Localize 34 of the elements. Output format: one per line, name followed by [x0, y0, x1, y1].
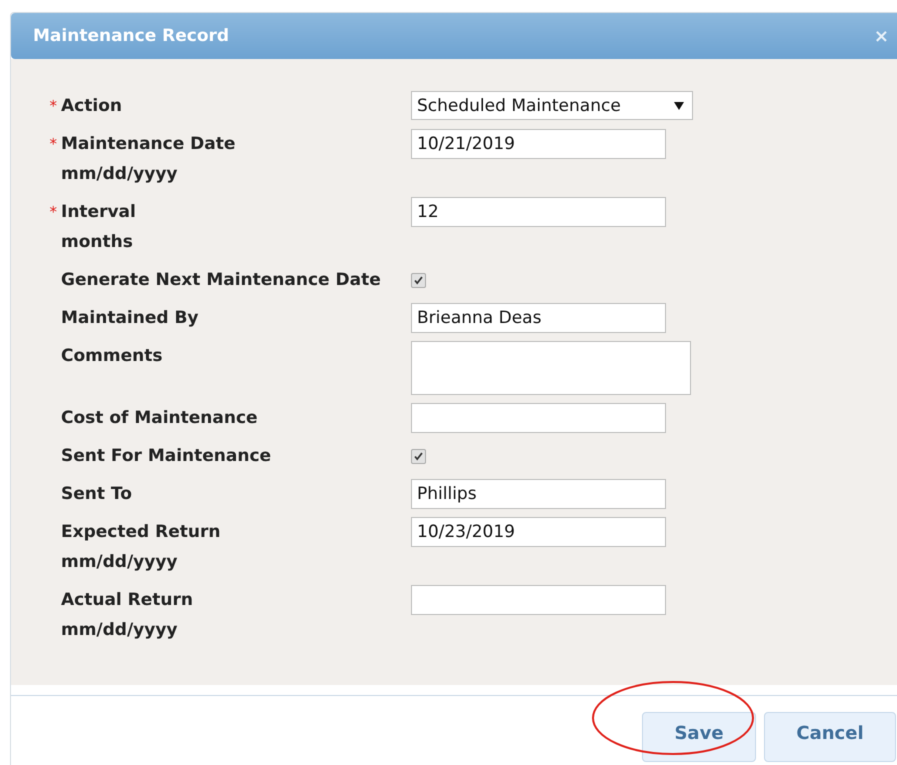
input-field[interactable]: [411, 585, 666, 615]
checkbox[interactable]: [411, 273, 426, 288]
field-label: Maintenance Date: [61, 133, 236, 156]
format-hint: mm/dd/yyyy: [61, 619, 178, 642]
required-marker: *: [50, 202, 58, 223]
input-field[interactable]: Brieanna Deas: [411, 303, 666, 333]
input-field[interactable]: 10/21/2019: [411, 129, 666, 159]
field-label: Comments: [61, 345, 162, 368]
input-field[interactable]: Phillips: [411, 479, 666, 509]
format-hint: mm/dd/yyyy: [61, 163, 178, 186]
text-area[interactable]: [411, 341, 691, 395]
field-label: Sent For Maintenance: [61, 445, 272, 468]
input-field[interactable]: [411, 403, 666, 433]
dialog-title: Maintenance Record: [33, 26, 230, 46]
field-label: Action: [61, 95, 122, 118]
field-label: Sent To: [61, 483, 132, 506]
required-marker: *: [50, 134, 58, 155]
field-label: Cost of Maintenance: [61, 407, 258, 430]
field-label: Actual Return: [61, 589, 194, 612]
required-marker: *: [50, 96, 58, 117]
field-label: Expected Return: [61, 521, 220, 544]
input-field[interactable]: 12: [411, 197, 666, 227]
dropdown-arrow-icon: [674, 102, 684, 110]
dropdown[interactable]: Scheduled Maintenance: [411, 91, 693, 120]
input-field[interactable]: 10/23/2019: [411, 517, 666, 547]
checkbox[interactable]: [411, 449, 426, 464]
cancel-button[interactable]: Cancel: [764, 712, 896, 762]
save-button[interactable]: Save: [642, 712, 756, 762]
format-hint: months: [61, 231, 133, 254]
field-label: Interval: [61, 201, 136, 224]
field-label: Generate Next Maintenance Date: [61, 269, 381, 292]
dropdown-value: Scheduled Maintenance: [417, 94, 621, 118]
format-hint: mm/dd/yyyy: [61, 551, 178, 574]
field-label: Maintained By: [61, 307, 199, 330]
